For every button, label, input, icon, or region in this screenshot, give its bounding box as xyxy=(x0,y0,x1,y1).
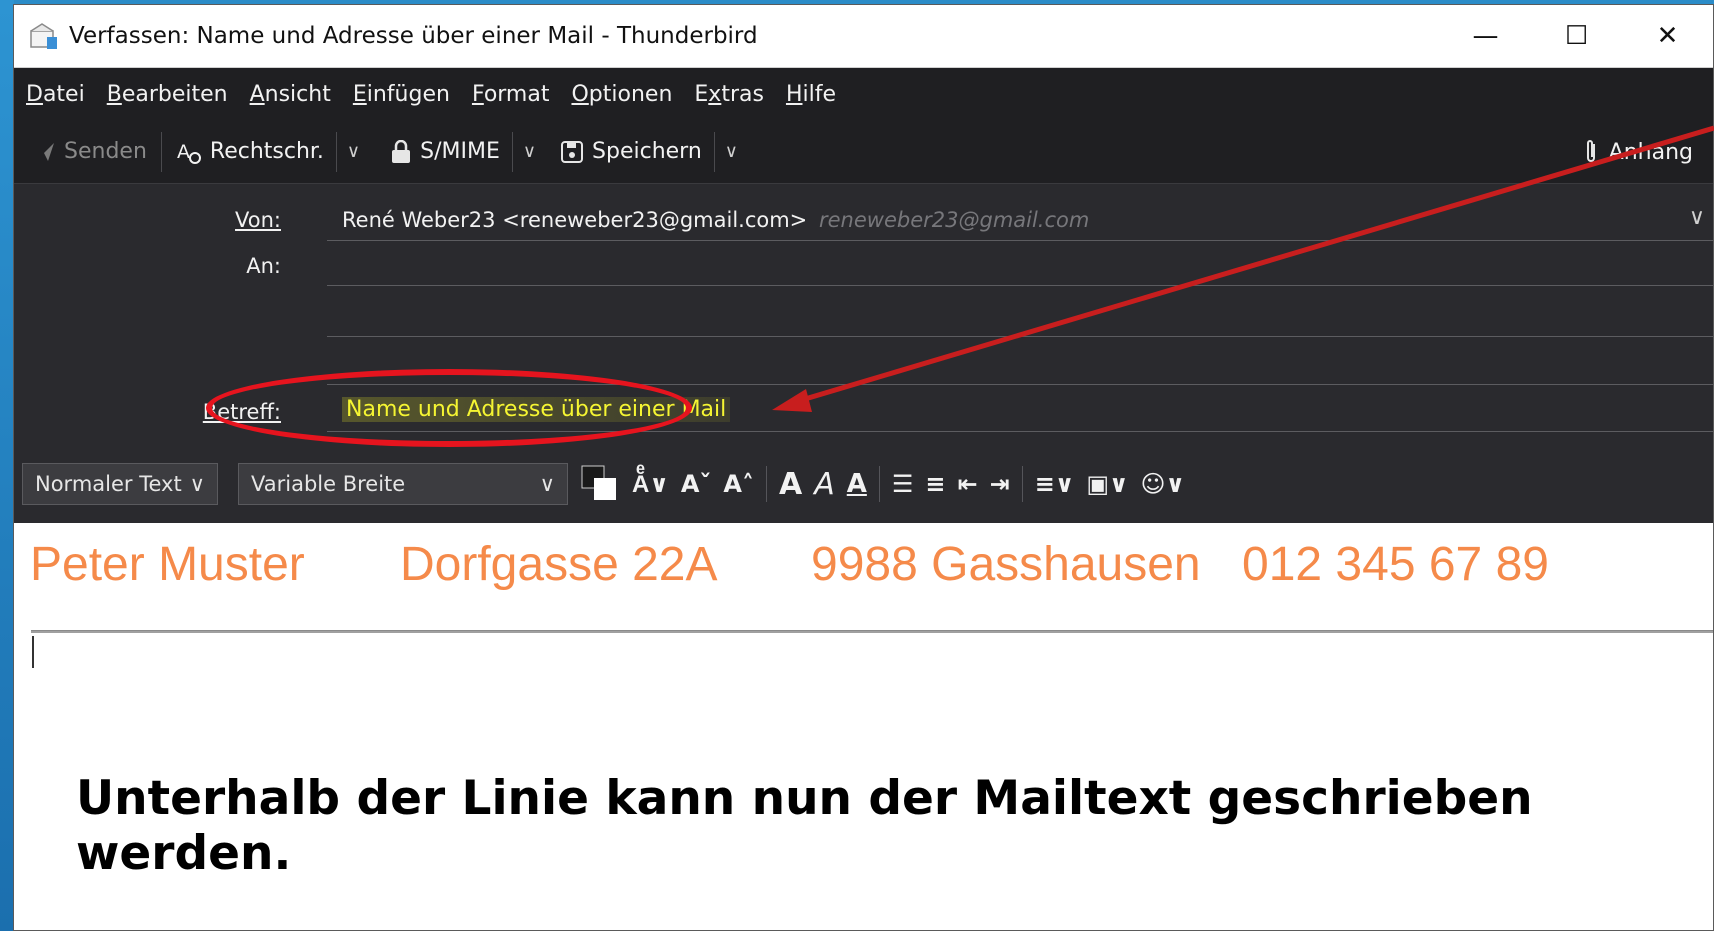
menu-extras[interactable]: Extras xyxy=(694,82,764,107)
send-icon xyxy=(36,142,54,161)
font-value: Variable Breite xyxy=(251,472,406,496)
annotation-text: Unterhalb der Linie kann nun der Mailtex… xyxy=(76,771,1533,881)
format-toolbar: Normaler Text ∨ Variable Breite ∨ Aͤ∨ Aˇ… xyxy=(14,454,1713,514)
numbered-list-icon[interactable]: ≡ xyxy=(925,470,945,498)
save-icon xyxy=(561,140,584,163)
desktop-background xyxy=(0,0,14,931)
insert-image-icon[interactable]: ▣∨ xyxy=(1086,470,1128,498)
signature-phone: 012 345 67 89 xyxy=(1242,538,1549,591)
italic-icon[interactable]: A xyxy=(814,467,835,502)
spellcheck-label: Rechtschr. xyxy=(209,139,324,164)
format-separator xyxy=(1021,466,1023,502)
menu-bearbeiten[interactable]: Bearbeiten xyxy=(107,82,228,107)
align-icon[interactable]: ≡∨ xyxy=(1035,470,1075,498)
smime-label: S/MIME xyxy=(420,139,500,164)
menu-format[interactable]: Format xyxy=(472,82,550,107)
window-title: Verfassen: Name und Adresse über einer M… xyxy=(69,23,758,49)
compose-toolbar: Senden A Rechtschr. ∨ S/MIME ∨ Speichern… xyxy=(14,120,1713,184)
close-button[interactable]: ✕ xyxy=(1622,5,1713,68)
save-label: Speichern xyxy=(592,139,702,164)
attach-label: Anhang xyxy=(1608,139,1693,165)
menu-optionen[interactable]: Optionen xyxy=(571,82,672,107)
toolbar-separator xyxy=(713,131,715,172)
maximize-button[interactable]: ☐ xyxy=(1531,5,1622,68)
to-label: An: xyxy=(246,254,281,278)
menu-einfuegen[interactable]: Einfügen xyxy=(353,82,450,107)
from-identity-hint: reneweber23@gmail.com xyxy=(819,208,1090,232)
toolbar-separator xyxy=(335,131,337,172)
to-input[interactable] xyxy=(327,285,1713,286)
save-chevron-down-icon[interactable]: ∨ xyxy=(725,141,738,162)
message-body[interactable]: Peter Muster Dorfgasse 22A 9988 Gasshaus… xyxy=(14,523,1713,930)
horizontal-rule xyxy=(31,630,1713,633)
to-input-extra[interactable] xyxy=(327,336,1713,337)
spellcheck-icon: A xyxy=(177,141,201,164)
format-separator xyxy=(765,466,767,502)
bullet-list-icon[interactable]: ☰ xyxy=(892,470,914,498)
compose-window: Verfassen: Name und Adresse über einer M… xyxy=(13,4,1714,931)
underline-icon[interactable]: A xyxy=(847,469,867,499)
spellcheck-button[interactable]: A Rechtschr. xyxy=(176,139,324,165)
menu-ansicht[interactable]: Ansicht xyxy=(250,82,331,107)
text-cursor xyxy=(32,636,34,668)
toolbar-separator xyxy=(511,131,513,172)
attach-button[interactable]: Anhang xyxy=(1583,120,1693,184)
signature-name: Peter Muster xyxy=(30,538,305,591)
menu-bar: Datei Bearbeiten Ansicht Einfügen Format… xyxy=(14,68,1713,120)
highlight-ellipse xyxy=(206,369,692,447)
from-underline xyxy=(327,240,1713,241)
chevron-down-icon: ∨ xyxy=(189,472,205,496)
signature-street: Dorfgasse 22A xyxy=(400,538,718,591)
address-header: Von: René Weber23 <reneweber23@gmail.com… xyxy=(14,184,1713,454)
font-size-icon[interactable]: Aͤ∨ xyxy=(632,470,669,499)
menu-hilfe[interactable]: Hilfe xyxy=(786,82,836,107)
signature-row: Peter Muster Dorfgasse 22A 9988 Gasshaus… xyxy=(14,537,1713,597)
minimize-button[interactable]: — xyxy=(1440,5,1531,68)
emoji-icon[interactable]: ☺∨ xyxy=(1140,470,1185,498)
from-chevron-down-icon[interactable]: ∨ xyxy=(1689,204,1705,230)
outdent-icon[interactable]: ⇤ xyxy=(957,470,977,498)
chevron-down-icon: ∨ xyxy=(539,472,555,496)
from-label: Von: xyxy=(235,208,281,232)
smaller-font-icon[interactable]: Aˇ xyxy=(681,470,712,498)
font-select[interactable]: Variable Breite ∨ xyxy=(238,463,568,505)
paperclip-icon xyxy=(1586,140,1595,162)
save-button[interactable]: Speichern xyxy=(560,139,702,164)
send-label: Senden xyxy=(64,139,147,164)
lock-icon xyxy=(392,139,411,163)
title-bar: Verfassen: Name und Adresse über einer M… xyxy=(14,5,1713,68)
paragraph-format-value: Normaler Text xyxy=(35,472,182,496)
smime-chevron-down-icon[interactable]: ∨ xyxy=(523,141,536,162)
menu-datei[interactable]: Datei xyxy=(26,82,85,107)
text-color-icon[interactable] xyxy=(580,464,620,504)
spellcheck-chevron-down-icon[interactable]: ∨ xyxy=(347,141,360,162)
paragraph-format-select[interactable]: Normaler Text ∨ xyxy=(22,463,218,505)
bold-icon[interactable]: A xyxy=(779,467,802,502)
send-button[interactable]: Senden xyxy=(34,139,147,164)
compose-envelope-icon xyxy=(29,21,59,51)
signature-city: 9988 Gasshausen xyxy=(811,538,1201,591)
smime-button[interactable]: S/MIME xyxy=(390,139,500,164)
toolbar-separator xyxy=(160,131,162,172)
svg-text:A: A xyxy=(177,141,190,163)
larger-font-icon[interactable]: A˄ xyxy=(723,470,754,498)
format-separator xyxy=(878,466,880,502)
from-select[interactable]: René Weber23 <reneweber23@gmail.com> xyxy=(342,208,807,232)
indent-icon[interactable]: ⇥ xyxy=(990,470,1010,498)
